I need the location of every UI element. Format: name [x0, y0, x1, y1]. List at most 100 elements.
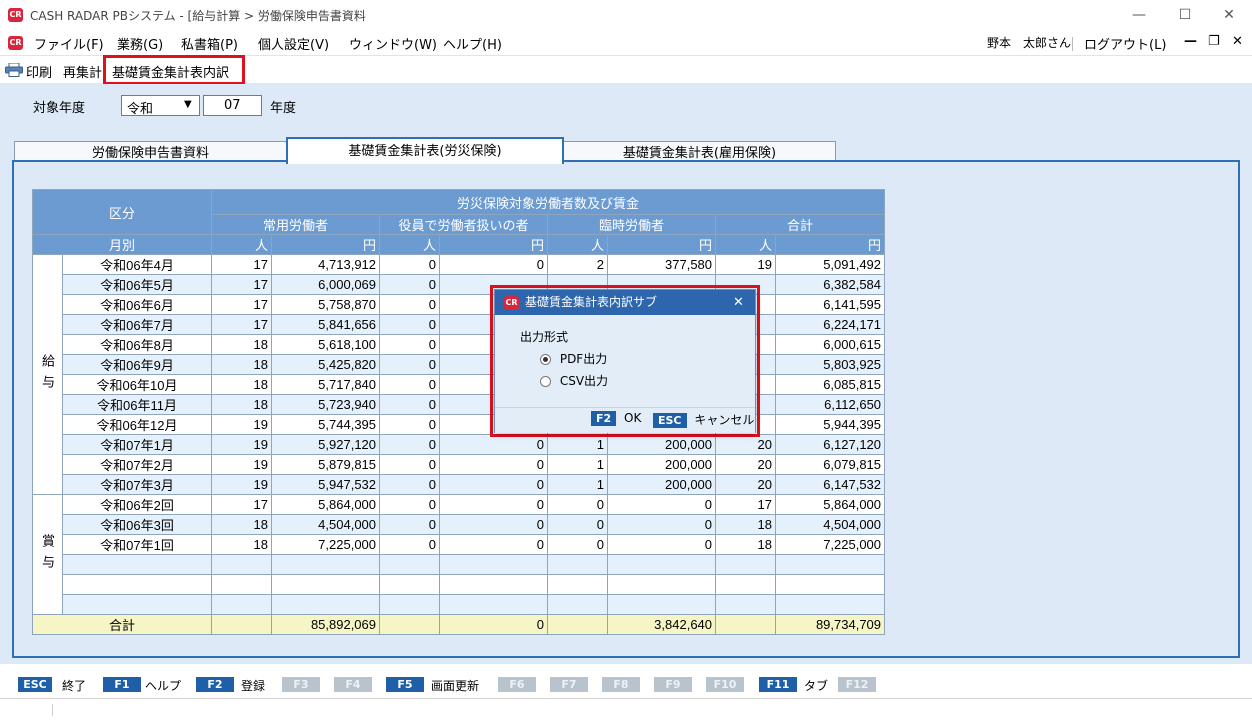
empty-cell[interactable]: [271, 594, 381, 615]
row-label[interactable]: 令和06年10月: [61, 374, 213, 395]
table-cell[interactable]: 200,000: [607, 454, 717, 475]
row-label[interactable]: 令和06年3回: [61, 514, 213, 535]
row-label[interactable]: 令和06年12月: [61, 414, 213, 435]
table-cell[interactable]: 5,841,656: [271, 314, 381, 335]
pdf-output-option[interactable]: PDF出力: [540, 350, 607, 367]
table-cell[interactable]: 0: [379, 274, 441, 295]
row-label[interactable]: 令和06年9月: [61, 354, 213, 375]
table-cell[interactable]: 5,744,395: [271, 414, 381, 435]
table-cell[interactable]: 0: [607, 514, 717, 535]
table-cell[interactable]: 20: [715, 434, 777, 455]
table-cell[interactable]: 1: [547, 454, 609, 475]
breakdown-button[interactable]: 基礎賃金集計表内訳: [112, 62, 229, 81]
empty-cell[interactable]: [775, 594, 886, 615]
table-cell[interactable]: 5,758,870: [271, 294, 381, 315]
table-cell[interactable]: 0: [439, 514, 549, 535]
empty-cell[interactable]: [607, 554, 717, 575]
table-cell[interactable]: 2: [547, 254, 609, 275]
table-cell[interactable]: 6,000,615: [775, 334, 886, 355]
table-cell[interactable]: 5,927,120: [271, 434, 381, 455]
table-cell[interactable]: 6,000,069: [271, 274, 381, 295]
table-cell[interactable]: 6,382,584: [775, 274, 886, 295]
table-cell[interactable]: 17: [715, 494, 777, 515]
empty-cell[interactable]: [61, 554, 213, 575]
minimize-button[interactable]: —: [1116, 0, 1162, 30]
table-cell[interactable]: 18: [715, 514, 777, 535]
empty-cell[interactable]: [379, 574, 441, 595]
table-cell[interactable]: 19: [715, 254, 777, 275]
table-cell[interactable]: 6,141,595: [775, 294, 886, 315]
row-label[interactable]: 令和07年3月: [61, 474, 213, 495]
row-label[interactable]: 令和06年11月: [61, 394, 213, 415]
empty-cell[interactable]: [607, 574, 717, 595]
table-cell[interactable]: 5,717,840: [271, 374, 381, 395]
table-cell[interactable]: 0: [379, 414, 441, 435]
table-cell[interactable]: 0: [379, 474, 441, 495]
table-cell[interactable]: 6,224,171: [775, 314, 886, 335]
row-label[interactable]: 令和06年6月: [61, 294, 213, 315]
table-cell[interactable]: 5,879,815: [271, 454, 381, 475]
table-cell[interactable]: 18: [211, 354, 273, 375]
table-cell[interactable]: 0: [379, 314, 441, 335]
table-cell[interactable]: 5,864,000: [775, 494, 886, 515]
table-cell[interactable]: 7,225,000: [775, 534, 886, 555]
table-cell[interactable]: 5,723,940: [271, 394, 381, 415]
table-cell[interactable]: 5,864,000: [271, 494, 381, 515]
table-cell[interactable]: 5,947,532: [271, 474, 381, 495]
table-cell[interactable]: 5,803,925: [775, 354, 886, 375]
table-cell[interactable]: 19: [211, 414, 273, 435]
table-cell[interactable]: 17: [211, 294, 273, 315]
era-select[interactable]: 令和 ▼: [121, 95, 200, 117]
table-cell[interactable]: 0: [607, 534, 717, 555]
table-cell[interactable]: 19: [211, 474, 273, 495]
table-cell[interactable]: 0: [379, 374, 441, 395]
table-cell[interactable]: 1: [547, 434, 609, 455]
maximize-button[interactable]: ☐: [1162, 0, 1208, 30]
dialog-titlebar[interactable]: CR 基礎賃金集計表内訳サブ ✕: [495, 290, 755, 315]
empty-cell[interactable]: [607, 594, 717, 615]
row-label[interactable]: 令和06年4月: [61, 254, 213, 275]
table-cell[interactable]: 0: [547, 514, 609, 535]
table-cell[interactable]: 18: [211, 514, 273, 535]
table-cell[interactable]: 0: [547, 534, 609, 555]
table-cell[interactable]: 20: [715, 474, 777, 495]
mdi-restore-button[interactable]: ❐: [1208, 34, 1220, 49]
row-label[interactable]: 令和06年8月: [61, 334, 213, 355]
fkey-f11-label[interactable]: タブ: [804, 677, 828, 694]
table-cell[interactable]: 0: [439, 434, 549, 455]
fkey-esc[interactable]: ESC: [18, 677, 52, 692]
empty-cell[interactable]: [211, 554, 273, 575]
fkey-f2-label[interactable]: 登録: [241, 677, 265, 694]
empty-cell[interactable]: [439, 554, 549, 575]
table-cell[interactable]: 17: [211, 254, 273, 275]
empty-cell[interactable]: [61, 594, 213, 615]
logout-link[interactable]: ログアウト(L): [1084, 34, 1166, 53]
table-cell[interactable]: 5,618,100: [271, 334, 381, 355]
empty-cell[interactable]: [775, 554, 886, 575]
table-cell[interactable]: 20: [715, 454, 777, 475]
fkey-f1-label[interactable]: ヘルプ: [145, 677, 181, 694]
recalculate-button[interactable]: 再集計: [63, 62, 102, 81]
empty-cell[interactable]: [379, 554, 441, 575]
menu-window[interactable]: ウィンドウ(W): [349, 34, 437, 53]
table-cell[interactable]: 19: [211, 454, 273, 475]
radio-selected-icon[interactable]: [540, 354, 551, 365]
empty-cell[interactable]: [775, 574, 886, 595]
table-cell[interactable]: 17: [211, 494, 273, 515]
row-label[interactable]: 令和07年1回: [61, 534, 213, 555]
fkey-f5[interactable]: F5: [386, 677, 424, 692]
table-cell[interactable]: 0: [379, 394, 441, 415]
table-cell[interactable]: 0: [439, 494, 549, 515]
table-cell[interactable]: 4,713,912: [271, 254, 381, 275]
fkey-f2[interactable]: F2: [196, 677, 234, 692]
row-label[interactable]: 令和06年7月: [61, 314, 213, 335]
fkey-esc-label[interactable]: 終了: [62, 677, 86, 694]
window-titlebar[interactable]: CR CASH RADAR PBシステム - [給与計算 > 労働保険申告書資料…: [0, 0, 1252, 30]
empty-cell[interactable]: [715, 574, 777, 595]
table-cell[interactable]: 0: [379, 294, 441, 315]
table-cell[interactable]: 1: [547, 474, 609, 495]
close-window-button[interactable]: ✕: [1206, 0, 1252, 30]
empty-cell[interactable]: [379, 594, 441, 615]
dialog-close-button[interactable]: ✕: [733, 290, 744, 315]
table-cell[interactable]: 18: [211, 534, 273, 555]
